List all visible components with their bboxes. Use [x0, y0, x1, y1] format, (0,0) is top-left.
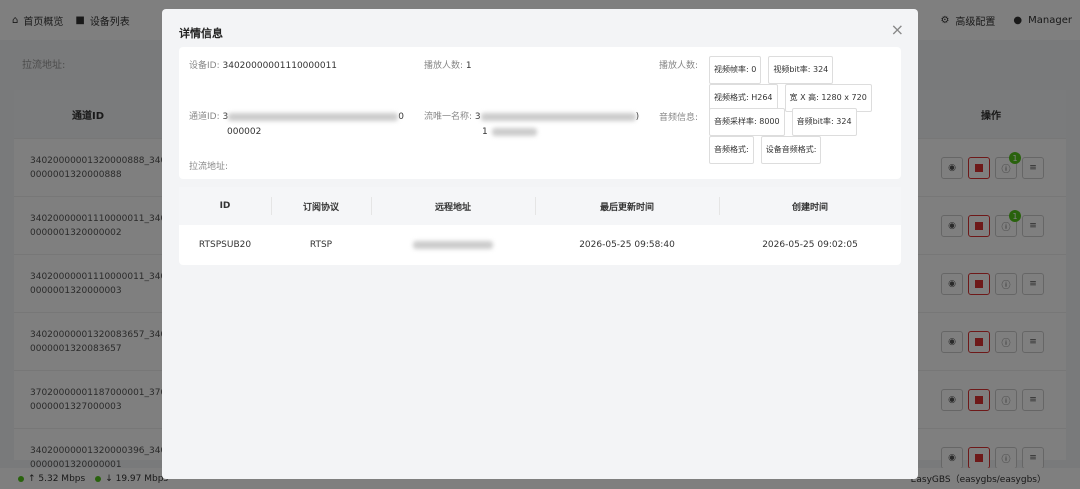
col-last-update: 最后更新时间 [599, 202, 654, 213]
detail-modal: 详情信息 × 设备ID: 34020000001110000011 播放人数: … [162, 9, 918, 479]
device-id-value: 34020000001110000011 [222, 61, 338, 71]
col-id: ID [219, 201, 231, 211]
cell-remote-address [371, 225, 535, 265]
audio-tag: 音频bit率: 324 [791, 108, 857, 136]
audio-tags: 音频采样率: 8000 音频bit率: 324 音频格式: 设备音频格式: [709, 108, 899, 164]
pull-url-field: 拉流地址: [189, 162, 229, 172]
col-remote-address: 远程地址 [434, 202, 471, 213]
audio-tag: 音频格式: [709, 136, 754, 164]
cell-last-update: 2026-05-25 09:58:40 [579, 240, 675, 250]
cell-created: 2026-05-25 09:02:05 [762, 240, 858, 250]
audio-tag: 设备音频格式: [760, 136, 822, 164]
cell-id: RTSPSUB20 [198, 240, 252, 250]
device-id-field: 设备ID: 34020000001110000011 [189, 61, 338, 71]
col-created: 创建时间 [791, 202, 828, 213]
close-icon[interactable]: × [891, 20, 904, 39]
detail-card: 设备ID: 34020000001110000011 播放人数: 1 播放人数:… [179, 47, 901, 179]
cell-protocol: RTSP [309, 240, 333, 250]
channel-id-field: 通道ID: 30 000002 [189, 112, 404, 137]
modal-title: 详情信息 [179, 27, 223, 40]
play-count-right-label: 播放人数: [659, 61, 699, 71]
play-count-field: 播放人数: 1 [424, 61, 472, 71]
stream-name-field: 流唯一名称: 3) 1 [424, 112, 640, 137]
play-count-value: 1 [465, 61, 472, 71]
col-protocol: 订阅协议 [302, 202, 339, 213]
video-tag: 视频帧率: 0 [709, 56, 762, 84]
video-tags: 视频帧率: 0 视频bit率: 324 视频格式: H264 宽 X 高: 1280… [709, 56, 899, 112]
subscription-table: ID 订阅协议 远程地址 最后更新时间 创建时间 RTSPSUB20 RTSP … [179, 187, 901, 265]
audio-info-label: 音频信息: [659, 113, 699, 123]
audio-tag: 音频采样率: 8000 [709, 108, 785, 136]
video-tag: 视频bit率: 324 [768, 56, 834, 84]
